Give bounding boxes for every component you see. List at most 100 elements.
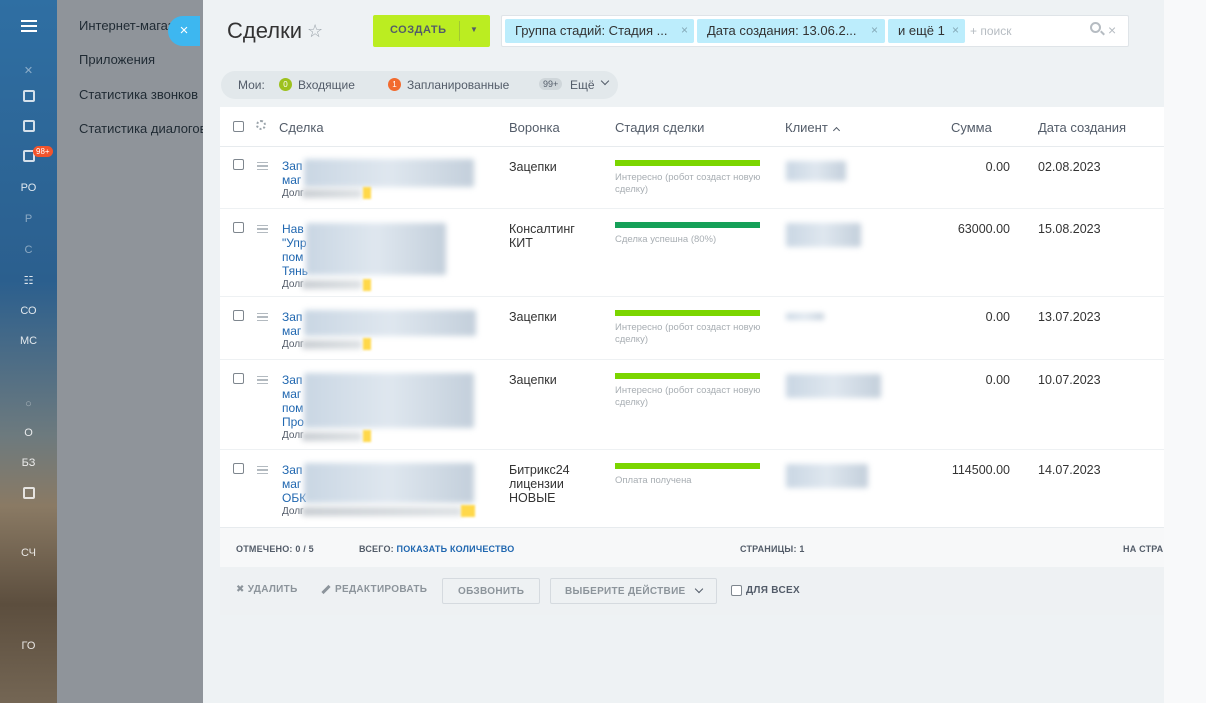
created-date-cell: 10.07.2023 [1038,373,1101,387]
filter-chip-label: Группа стадий: Стадия ... [515,23,668,38]
action-panel: ✖ УДАЛИТЬ РЕДАКТИРОВАТЬ ОБЗВОНИТЬ ВЫБЕРИ… [220,567,1164,615]
close-panel-button[interactable]: × [168,16,200,46]
deal-title-line[interactable]: "Упр [282,236,307,250]
table-row[interactable]: Нав "Упр пом Тянь Долг Консалтинг КИТ Сде… [220,209,1164,297]
row-checkbox[interactable] [233,463,244,474]
responsible-avatar [461,505,475,517]
table-row[interactable]: Зап маг Долг Зацепки Интересно (робот со… [220,147,1164,209]
deal-responsible: Долг [282,279,304,290]
deal-title-line[interactable]: маг [282,387,301,401]
rail-close-icon[interactable]: ✕ [0,64,57,77]
drag-handle-icon[interactable] [257,162,268,170]
rail-item-tasks[interactable] [0,90,57,105]
select-action-dropdown[interactable]: ВЫБЕРИТЕ ДЕЙСТВИЕ [550,578,717,604]
deal-title-line[interactable]: маг [282,173,301,187]
left-icon-rail: ✕ 98+ РО Р С ☷ СО МС ○ О БЗ СЧ ГО [0,0,57,703]
call-button[interactable]: ОБЗВОНИТЬ [442,578,540,604]
submenu-item-call-stats[interactable]: Статистика звонков [79,87,198,102]
stage-progress-bar[interactable] [615,222,760,228]
deal-title-line[interactable]: ОБК [282,491,306,505]
drag-handle-icon[interactable] [257,466,268,474]
column-header-amount[interactable]: Сумма [951,120,992,135]
deal-title-line[interactable]: Про [282,415,304,429]
submenu-item-apps[interactable]: Приложения [79,52,155,67]
column-header-funnel[interactable]: Воронка [509,120,560,135]
rail-item-calendar[interactable] [0,120,57,135]
star-icon[interactable]: ☆ [307,21,323,42]
deal-title-line[interactable]: Зап [282,310,302,324]
drag-handle-icon[interactable] [257,313,268,321]
counter-incoming[interactable]: Входящие [298,78,355,92]
per-page-selector[interactable]: НА СТРА [1123,544,1163,554]
deal-responsible: Долг [282,506,304,517]
close-icon[interactable]: × [952,23,959,37]
show-count-link[interactable]: ПОКАЗАТЬ КОЛИЧЕСТВО [397,544,515,554]
rail-item-bz[interactable]: БЗ [0,457,57,469]
filter-chip-stage-group[interactable]: Группа стадий: Стадия ... × [505,19,694,43]
filter-search-bar[interactable]: Группа стадий: Стадия ... × Дата создани… [501,15,1129,47]
drag-handle-icon[interactable] [257,376,268,384]
rail-item-contact[interactable] [0,487,57,502]
for-all-checkbox[interactable] [731,585,742,596]
filter-chip-created-date[interactable]: Дата создания: 13.06.2... × [697,19,885,43]
rail-item-group[interactable]: ☷ [0,274,57,287]
chevron-down-icon [694,584,704,594]
delete-button[interactable]: ✖ УДАЛИТЬ [236,584,298,595]
gear-icon[interactable] [256,120,266,130]
for-all-label[interactable]: ДЛЯ ВСЕХ [746,585,800,596]
deal-title-line[interactable]: маг [282,324,301,338]
rail-item-r[interactable]: Р [0,213,57,225]
table-row[interactable]: Зап маг пом Про Долг Зацепки Интересно (… [220,360,1164,450]
row-checkbox[interactable] [233,159,244,170]
created-date-cell: 13.07.2023 [1038,310,1101,324]
deal-title-line[interactable]: пом [282,250,303,264]
row-checkbox[interactable] [233,310,244,321]
select-all-checkbox[interactable] [233,121,244,132]
create-button[interactable]: СОЗДАТЬ ▼ [373,15,490,47]
table-row[interactable]: Зап маг ОБК Долг Битрикс24 лицензии НОВЫЕ … [220,450,1164,527]
deal-title-line[interactable]: пом [282,401,303,415]
rail-item-ro[interactable]: РО [0,182,57,194]
counters-bar: Мои: 0 Входящие 1 Запланированные 99+ Ещ… [221,71,618,99]
right-edge [1164,0,1206,703]
column-header-client[interactable]: Клиент [785,120,840,135]
deal-title-line[interactable]: Зап [282,373,302,387]
search-input[interactable]: + поиск [970,24,1011,38]
close-icon[interactable]: × [871,23,878,37]
stage-progress-bar[interactable] [615,160,760,166]
chevron-down-icon[interactable] [600,76,610,86]
menu-icon[interactable] [21,20,37,32]
submenu-item-dialog-stats[interactable]: Статистика диалогов [79,121,203,136]
filter-chip-more[interactable]: и ещё 1 × [888,19,965,43]
edit-button[interactable]: РЕДАКТИРОВАТЬ [321,584,427,595]
counter-planned[interactable]: Запланированные [407,78,509,92]
search-icon[interactable] [1090,22,1101,33]
deal-title-line[interactable]: Зап [282,463,302,477]
blurred-client [786,464,868,488]
row-checkbox[interactable] [233,373,244,384]
rail-item-s[interactable]: С [0,244,57,256]
row-checkbox[interactable] [233,222,244,233]
table-row[interactable]: Зап маг Долг Зацепки Интересно (робот со… [220,297,1164,360]
rail-item-o[interactable]: О [0,427,57,439]
deal-title-line[interactable]: маг [282,477,301,491]
counter-more[interactable]: Ещё [570,78,595,92]
column-header-deal[interactable]: Сделка [279,120,324,135]
column-header-stage[interactable]: Стадия сделки [615,120,704,135]
column-header-created[interactable]: Дата создания [1038,120,1126,135]
stage-progress-bar[interactable] [615,310,760,316]
drag-handle-icon[interactable] [257,225,268,233]
chevron-down-icon[interactable]: ▼ [470,25,478,34]
deal-title-line[interactable]: Тянь [282,264,308,278]
deal-title-line[interactable]: Зап [282,159,302,173]
clear-search-icon[interactable]: × [1108,22,1116,38]
close-icon[interactable]: × [681,23,688,37]
rail-item-so[interactable]: СО [0,305,57,317]
deal-title-line[interactable]: Нав [282,222,304,236]
rail-item-c2[interactable]: ○ [0,398,57,410]
rail-item-sch[interactable]: СЧ [0,547,57,559]
rail-item-ms[interactable]: МС [0,335,57,347]
stage-progress-bar[interactable] [615,373,760,379]
stage-progress-bar[interactable] [615,463,760,469]
rail-item-go[interactable]: ГО [0,640,57,652]
